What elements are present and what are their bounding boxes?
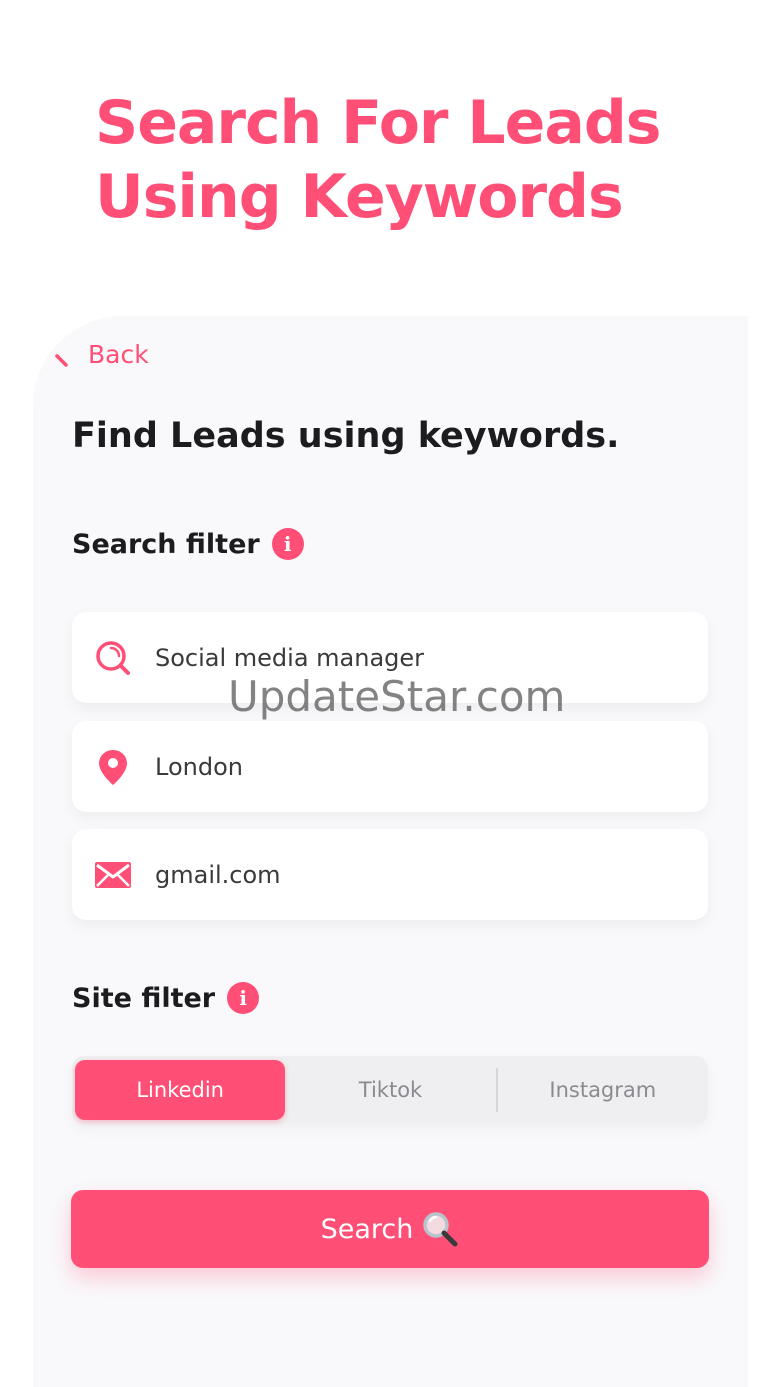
segment-tiktok[interactable]: Tiktok	[285, 1060, 495, 1120]
site-filter-heading: Site filter i	[72, 982, 260, 1014]
email-domain-field[interactable]	[72, 829, 708, 920]
back-button[interactable]: Back	[54, 340, 149, 369]
search-button[interactable]: Search	[71, 1190, 709, 1268]
segment-linkedin[interactable]: Linkedin	[75, 1060, 286, 1120]
mail-icon	[94, 856, 132, 894]
page-title: Find Leads using keywords.	[72, 416, 620, 456]
email-domain-input[interactable]	[153, 859, 677, 890]
search-filter-label: Search filter	[72, 528, 260, 560]
location-pin-icon	[94, 748, 132, 786]
location-input[interactable]	[153, 751, 677, 782]
keyword-field[interactable]	[72, 612, 708, 703]
search-filter-heading: Search filter i	[72, 528, 304, 560]
back-label: Back	[88, 340, 149, 369]
segment-instagram[interactable]: Instagram	[498, 1060, 708, 1120]
info-icon[interactable]: i	[227, 982, 260, 1014]
hero-line-1: Search For Leads	[95, 88, 661, 158]
info-icon[interactable]: i	[271, 528, 304, 560]
hero-headline: Search For Leads Using Keywords	[95, 86, 755, 234]
keyword-input[interactable]	[153, 642, 677, 673]
site-filter-label: Site filter	[72, 982, 216, 1014]
hero-line-2: Using Keywords	[95, 162, 624, 232]
chevron-left-icon	[55, 353, 68, 367]
site-filter-segmented-control: Linkedin Tiktok Instagram	[72, 1056, 708, 1124]
search-button-label: Search	[320, 1213, 414, 1245]
magnifier-icon	[423, 1212, 458, 1247]
location-field[interactable]	[72, 721, 708, 812]
search-icon	[94, 639, 132, 677]
